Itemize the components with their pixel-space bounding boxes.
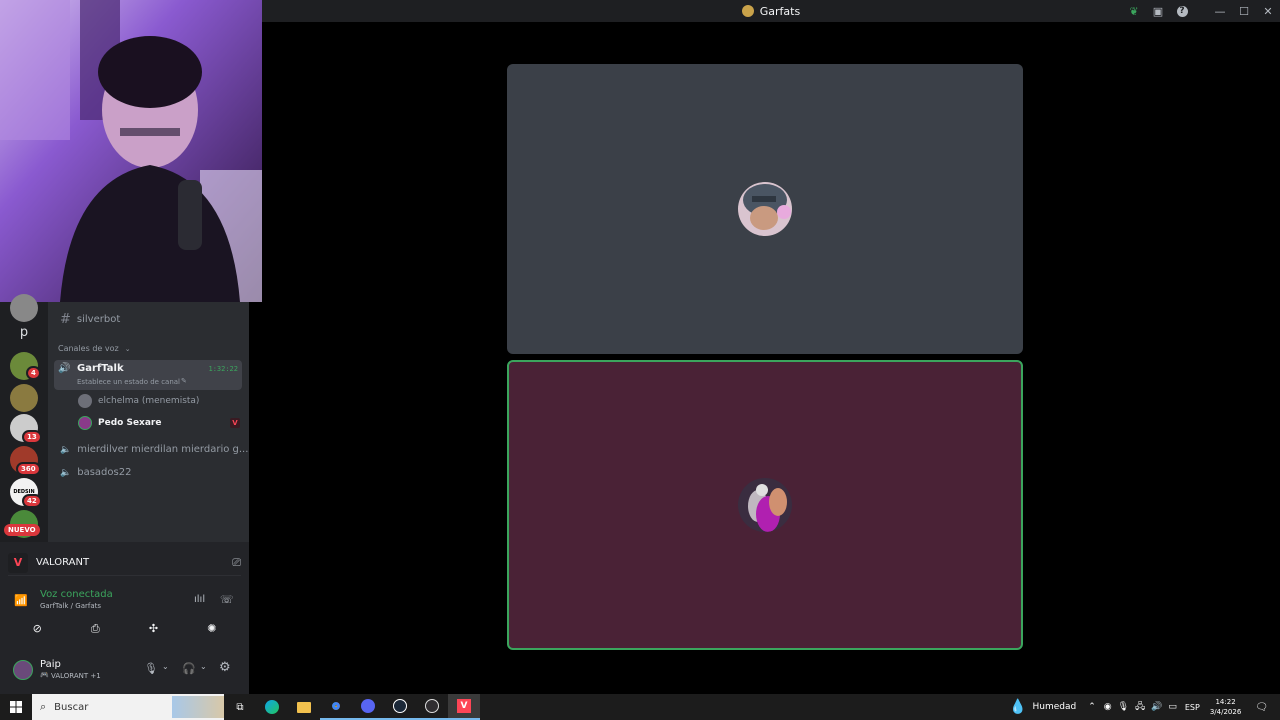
language-indicator[interactable]: ESP <box>1185 703 1200 712</box>
leaf-icon[interactable]: ❦ <box>1122 0 1146 22</box>
screen-share-icon[interactable]: ⎚ <box>232 556 241 570</box>
avatar <box>78 416 92 430</box>
window-title: Garfats <box>741 5 800 18</box>
valorant-icon: V <box>230 418 240 428</box>
camera-off-icon[interactable]: ⊘ <box>33 622 42 644</box>
clock[interactable]: 14:22 3/4/2026 <box>1210 697 1241 717</box>
server-icon-partial[interactable] <box>10 294 38 322</box>
notifications-icon[interactable]: 🗨 <box>1255 702 1268 713</box>
user-info: Paip 🎮 VALORANT +1 🎙 ⌄ 🎧 ⌄ ⚙ <box>0 654 249 694</box>
valorant-icon: V <box>8 552 28 573</box>
volume-icon[interactable]: 🔊 <box>1151 702 1162 712</box>
participant-tile[interactable] <box>507 64 1023 354</box>
water-drop-icon: 💧 <box>1009 699 1027 715</box>
server-icon[interactable] <box>10 384 38 412</box>
maximize-button[interactable]: ☐ <box>1232 0 1256 22</box>
webcam-overlay <box>0 0 262 302</box>
obs-icon[interactable] <box>416 694 448 720</box>
valorant-taskbar-icon[interactable]: V <box>448 694 480 720</box>
help-icon[interactable]: ? <box>1170 0 1194 22</box>
settings-gear-icon[interactable]: ⚙ <box>219 660 231 675</box>
server-icon <box>741 5 754 17</box>
voice-member[interactable]: Pedo Sexare V <box>78 416 240 430</box>
unread-badge: 360 <box>16 462 41 476</box>
voice-channel[interactable]: 🔈 mierdilver mierdilan mierdario g... <box>60 444 248 455</box>
text-channel[interactable]: # silverbot <box>60 312 120 327</box>
windows-taskbar: ⌕ Buscar ⧉ V 💧 Humedad ⌃ ◉ 🎙 🖧 🔊 ▭ ESP 1… <box>0 694 1280 720</box>
participant-avatar <box>738 182 792 236</box>
file-explorer-icon[interactable] <box>288 694 320 720</box>
microphone-icon[interactable]: 🎙 <box>144 662 158 675</box>
voice-category-header[interactable]: Canales de voz ⌄ <box>58 344 131 353</box>
close-button[interactable]: ✕ <box>1256 0 1280 22</box>
network-icon[interactable]: 🖧 <box>1135 699 1145 715</box>
voice-member[interactable]: elchelma (menemista) <box>78 394 199 408</box>
speaker-icon: 🔈 <box>60 467 72 478</box>
voice-location-link[interactable]: GarfTalk / Garfats <box>40 602 101 610</box>
unread-badge: 4 <box>26 366 41 380</box>
pencil-icon[interactable]: ✎ <box>181 377 187 385</box>
taskbar-search[interactable]: ⌕ Buscar <box>32 694 224 720</box>
soundboard-icon[interactable]: ✺ <box>207 622 216 644</box>
chevron-down-icon[interactable]: ⌄ <box>162 662 169 671</box>
user-panel: V VALORANT ⎚ 📶 Voz conectada GarfTalk / … <box>0 542 249 694</box>
unread-badge: 13 <box>22 430 42 444</box>
steam-icon[interactable] <box>384 694 416 720</box>
headphones-icon[interactable]: 🎧 <box>182 662 196 675</box>
chrome-icon[interactable] <box>320 694 352 720</box>
speaker-icon: 🔈 <box>60 444 72 455</box>
speaker-icon: 🔊 <box>58 363 71 374</box>
disconnect-icon[interactable]: ☏ <box>220 593 234 606</box>
titlebar-controls: ❦ ▣ ? — ☐ ✕ <box>1122 0 1280 22</box>
share-screen-icon[interactable]: ⎙ <box>91 622 100 644</box>
username[interactable]: Paip <box>40 659 61 670</box>
tray-app-icon[interactable]: ◉ <box>1104 702 1112 712</box>
search-highlight-image <box>172 696 224 718</box>
weather-widget[interactable]: 💧 Humedad <box>1009 699 1076 715</box>
game-controller-icon: 🎮 <box>40 671 49 679</box>
channel-sidebar: # silverbot Canales de voz ⌄ 🔊 GarfTalk … <box>48 302 249 542</box>
voice-connection-status: 📶 Voz conectada GarfTalk / Garfats ılıl … <box>14 588 239 616</box>
chevron-down-icon[interactable]: ⌄ <box>200 662 207 671</box>
edge-icon[interactable] <box>256 694 288 720</box>
minimize-button[interactable]: — <box>1208 0 1232 22</box>
display-icon[interactable]: ▭ <box>1168 702 1177 712</box>
signal-icon[interactable]: 📶 <box>14 594 28 607</box>
window-titlebar: Garfats ❦ ▣ ? — ☐ ✕ <box>262 0 1280 22</box>
search-icon: ⌕ <box>40 700 47 713</box>
windows-start-icon[interactable] <box>0 694 32 720</box>
inbox-icon[interactable]: ▣ <box>1146 0 1170 22</box>
voice-channel-active[interactable]: 🔊 GarfTalk 1:32:22 Establece un estado d… <box>54 360 242 390</box>
voice-connected-label[interactable]: Voz conectada <box>40 589 113 600</box>
unread-badge: 42 <box>22 494 42 508</box>
microphone-tray-icon[interactable]: 🎙 <box>1118 702 1129 712</box>
avatar[interactable] <box>13 660 33 680</box>
avatar <box>78 394 92 408</box>
task-view-icon[interactable]: ⧉ <box>224 694 256 720</box>
noise-suppression-icon[interactable]: ılıl <box>194 594 205 605</box>
voice-channel[interactable]: 🔈 basados22 <box>60 467 131 478</box>
participant-tile-speaking[interactable] <box>507 360 1023 650</box>
call-actions: ⊘ ⎙ ✣ ✺ <box>8 622 241 644</box>
server-letter-icon[interactable]: p <box>10 320 38 344</box>
participant-avatar <box>738 478 792 532</box>
chevron-down-icon: ⌄ <box>124 344 131 353</box>
chevron-up-icon[interactable]: ⌃ <box>1088 702 1096 712</box>
activities-icon[interactable]: ✣ <box>149 622 158 644</box>
hash-icon: # <box>60 312 71 327</box>
new-badge: NUEVO <box>4 524 40 536</box>
discord-icon[interactable] <box>352 694 384 720</box>
webcam-image <box>0 0 262 302</box>
server-list: p 4 13 360 DEDSIN 42 NUEVO <box>0 294 48 542</box>
channel-status-prompt[interactable]: Establece un estado de canal <box>77 378 180 386</box>
activity-row[interactable]: V VALORANT ⎚ <box>8 550 241 576</box>
